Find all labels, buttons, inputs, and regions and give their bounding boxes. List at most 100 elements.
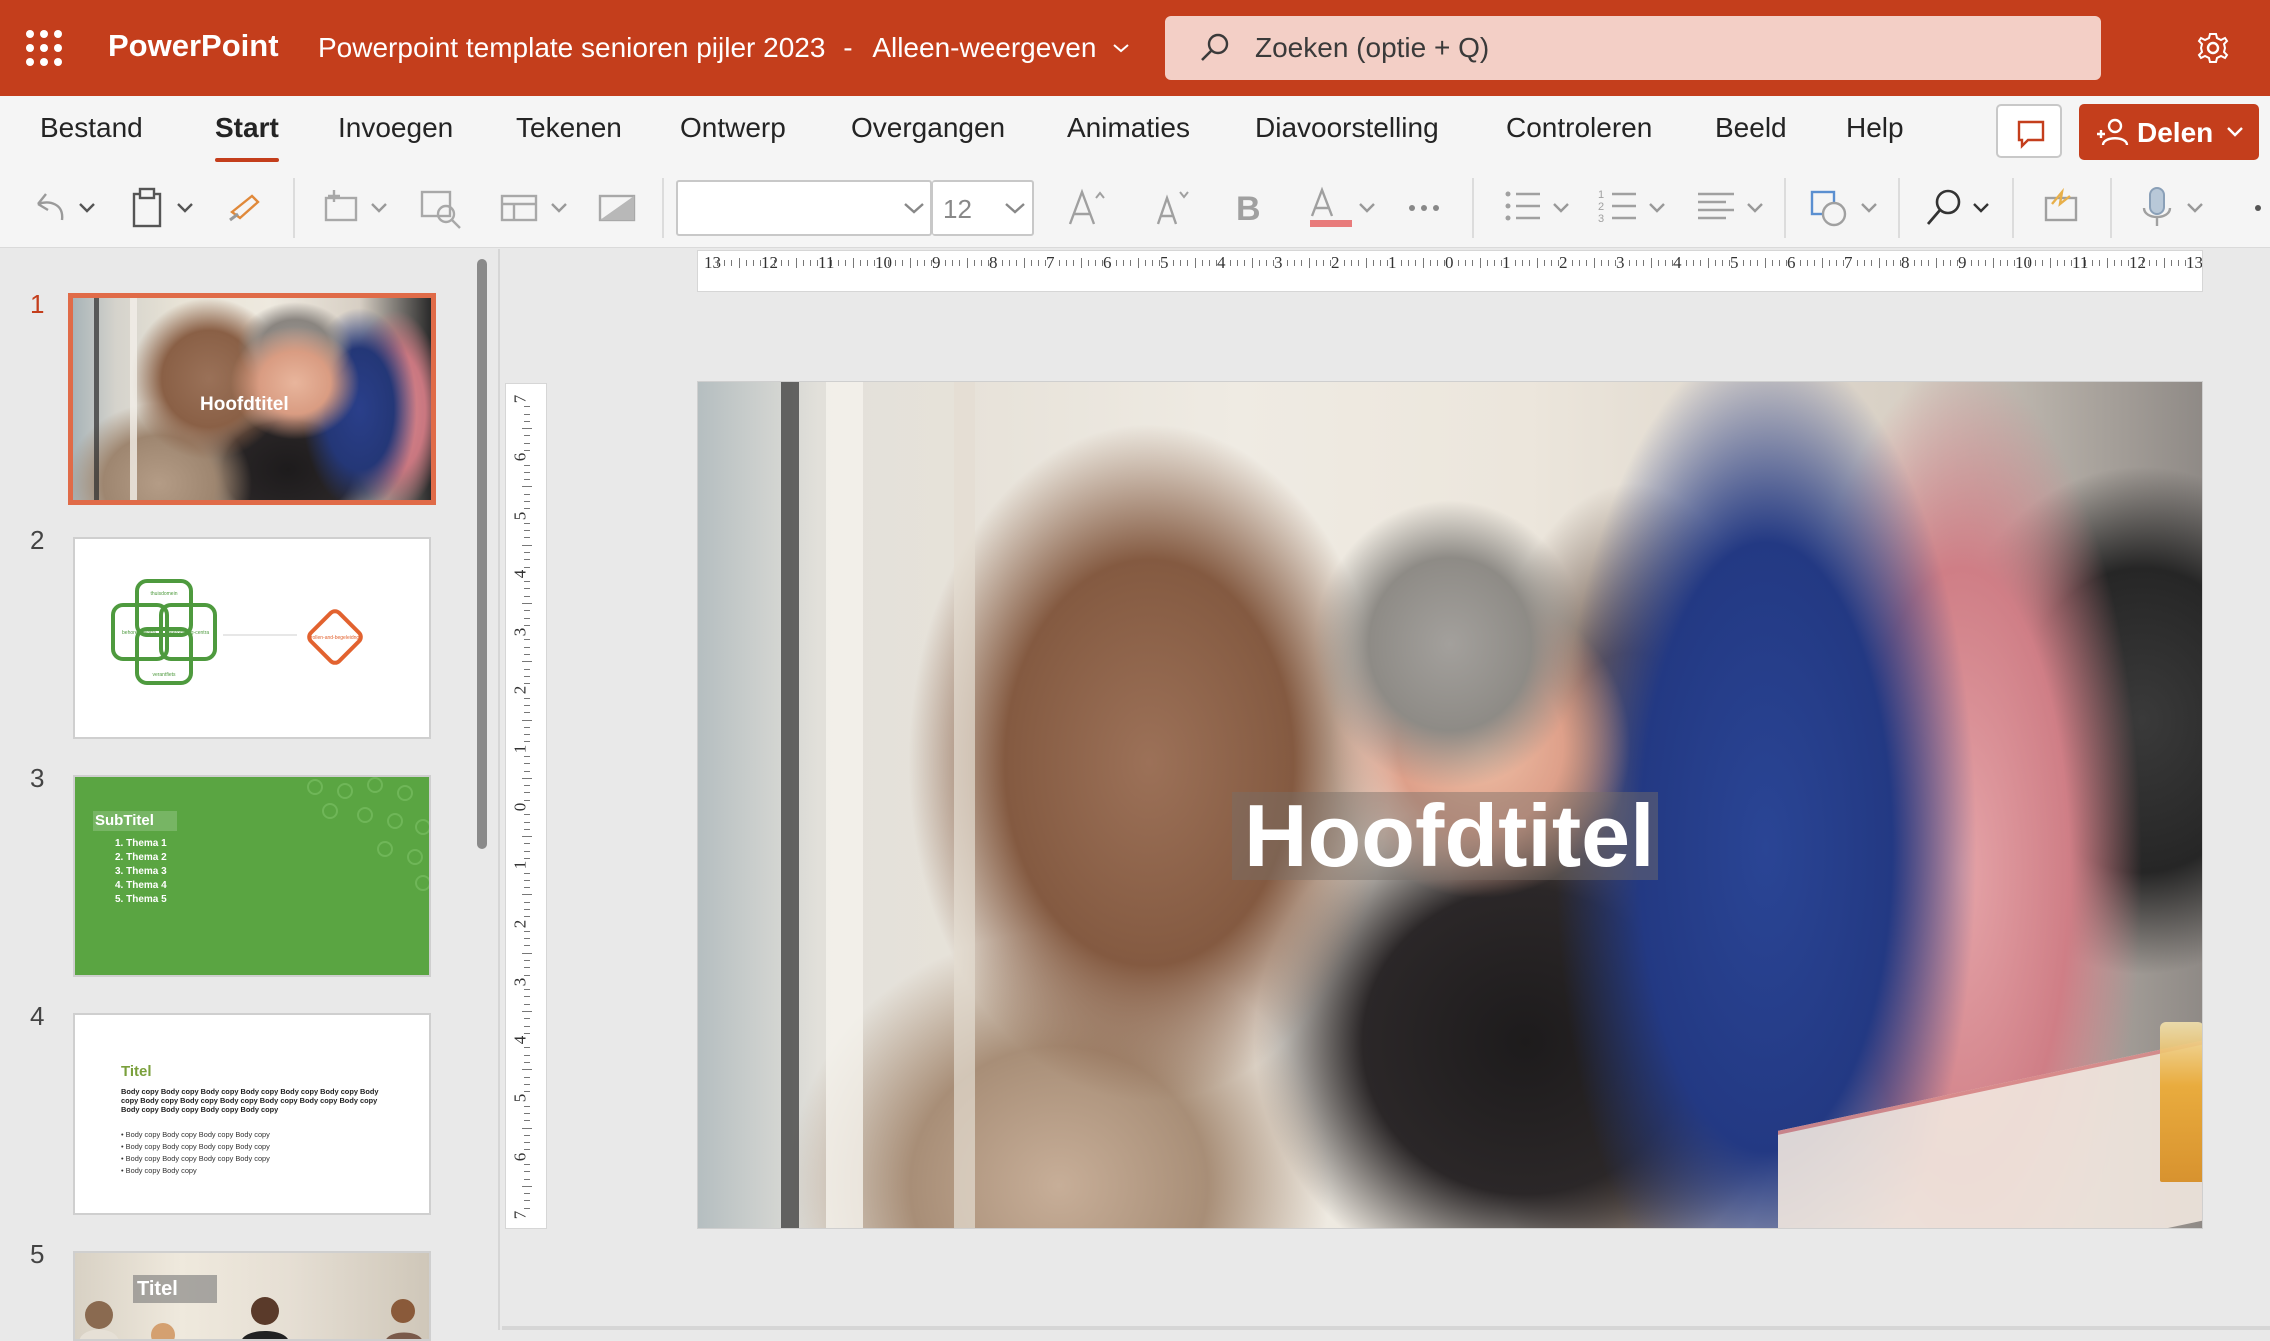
ruler-tick [888, 260, 890, 266]
ruler-label: 5 [1730, 253, 1739, 272]
ruler-tick [1878, 258, 1880, 268]
ruler-tick [524, 683, 530, 685]
shapes-button[interactable] [1808, 184, 1884, 232]
ruler-tick [2049, 258, 2051, 268]
ruler-tick [524, 1047, 530, 1049]
ruler-tick [1978, 260, 1980, 266]
ruler-tick [524, 559, 530, 561]
bold-icon: B [1236, 190, 1261, 228]
thumbnail-title: SubTitel [93, 811, 177, 831]
ruler-tick [524, 1171, 530, 1173]
ruler-tick [2149, 260, 2151, 266]
ruler-tick [1650, 258, 1652, 268]
tab-tekenen[interactable]: Tekenen [516, 112, 622, 144]
ruler-tick [524, 675, 530, 677]
ruler-tick [1251, 258, 1253, 268]
ruler-label: 1 [510, 861, 530, 870]
ruler-tick [2142, 260, 2144, 266]
format-painter-button[interactable] [226, 184, 266, 232]
layout-button[interactable] [498, 184, 570, 232]
ruler-label: 10 [2015, 253, 2032, 272]
ruler-tick [802, 260, 804, 266]
slide-thumbnail-pane[interactable]: 1 Hoofdtitel 2 thuisdomein behoren-centr… [0, 249, 500, 1341]
dictate-button[interactable] [2138, 184, 2214, 232]
grow-font-button[interactable] [1066, 184, 1114, 232]
ruler-tick [1087, 260, 1089, 266]
font-size-field[interactable]: 12 [932, 180, 1034, 236]
reuse-slides-button[interactable] [418, 184, 466, 232]
numbering-button[interactable]: 123 [1596, 184, 1672, 232]
tab-overgangen[interactable]: Overgangen [851, 112, 1005, 144]
share-person-icon [2097, 118, 2129, 146]
ruler-tick [524, 887, 530, 889]
ruler-tick [524, 930, 530, 932]
ruler-tick [1543, 260, 1545, 266]
bold-button[interactable]: B [1232, 184, 1272, 232]
reuse-slides-icon [420, 190, 461, 229]
app-launcher-icon[interactable] [26, 30, 62, 66]
gear-icon[interactable] [2196, 31, 2230, 65]
ruler-label: 5 [510, 511, 530, 520]
comments-button[interactable] [1996, 104, 2062, 158]
slide-thumbnail-1[interactable]: Hoofdtitel [68, 293, 436, 505]
thumbnail-body: Body copy Body copy Body copy Body copy … [121, 1087, 379, 1114]
document-title[interactable]: Powerpoint template senioren pijler 2023… [318, 32, 1130, 64]
share-button[interactable]: Delen [2079, 104, 2259, 160]
paste-button[interactable] [128, 184, 200, 232]
ruler-tick [1187, 260, 1189, 266]
ruler-tick [524, 639, 530, 641]
more-font-options-button[interactable] [1404, 184, 1448, 232]
new-slide-button[interactable] [320, 184, 392, 232]
reset-button[interactable] [596, 184, 644, 232]
ruler-tick [1750, 260, 1752, 266]
bullets-button[interactable] [1500, 184, 1576, 232]
ruler-tick [1529, 260, 1531, 266]
ribbon-tabs: Bestand Start Invoegen Tekenen Ontwerp O… [0, 96, 2270, 168]
slide-thumbnail-5[interactable]: Titel [73, 1251, 431, 1341]
tab-bestand[interactable]: Bestand [40, 112, 143, 144]
tab-start[interactable]: Start [215, 112, 279, 162]
tab-controleren[interactable]: Controleren [1506, 112, 1652, 144]
align-button[interactable] [1694, 184, 1770, 232]
slide-canvas[interactable]: Hoofdtitel [697, 381, 2203, 1229]
overflow-button[interactable] [2252, 184, 2266, 232]
search-box[interactable] [1165, 16, 2101, 80]
font-name-field[interactable] [676, 180, 932, 236]
slide-thumbnail-2[interactable]: thuisdomein behoren-centra leeromging-ce… [73, 537, 431, 739]
slide-number: 2 [30, 525, 45, 555]
ruler-tick [524, 799, 530, 801]
ruler-tick [524, 858, 530, 859]
search-input[interactable] [1255, 26, 2055, 70]
tab-ontwerp[interactable]: Ontwerp [680, 112, 786, 144]
ruler-tick [524, 624, 530, 626]
tab-diavoorstelling[interactable]: Diavoorstelling [1255, 112, 1439, 144]
ruler-tick [1721, 260, 1723, 266]
ruler-label: 13 [2186, 253, 2203, 272]
slide-thumbnail-4[interactable]: Titel Body copy Body copy Body copy Body… [73, 1013, 431, 1215]
ruler-tick [2170, 260, 2172, 266]
ruler-label: 6 [510, 1152, 530, 1161]
slide-thumbnail-3[interactable]: SubTitel Thema 1 Thema 2 Thema 3 Thema 4… [73, 775, 431, 977]
ruler-tick [524, 705, 530, 706]
designer-button[interactable] [2038, 184, 2086, 232]
slide-title[interactable]: Hoofdtitel [1244, 792, 1655, 880]
tab-invoegen[interactable]: Invoegen [338, 112, 453, 144]
paste-icon [132, 187, 193, 228]
tab-animaties[interactable]: Animaties [1067, 112, 1190, 144]
ruler-tick [902, 260, 904, 266]
app-name[interactable]: PowerPoint [108, 28, 279, 64]
thumbnail-scrollbar[interactable] [477, 259, 487, 849]
tab-beeld[interactable]: Beeld [1715, 112, 1787, 144]
tab-help[interactable]: Help [1846, 112, 1904, 144]
shrink-font-button[interactable] [1152, 184, 1200, 232]
ruler-tick [524, 617, 530, 619]
ruler-label: 5 [1160, 253, 1169, 272]
ruler-label: 0 [510, 802, 530, 812]
diagram-label: leeromging-centra [169, 630, 210, 636]
ruler-tick [524, 1062, 530, 1063]
font-color-button[interactable] [1304, 184, 1384, 232]
list-item: Thema 5 [115, 893, 167, 907]
undo-button[interactable] [30, 184, 102, 232]
ruler-tick [1137, 258, 1139, 268]
find-button[interactable] [1922, 184, 1998, 232]
